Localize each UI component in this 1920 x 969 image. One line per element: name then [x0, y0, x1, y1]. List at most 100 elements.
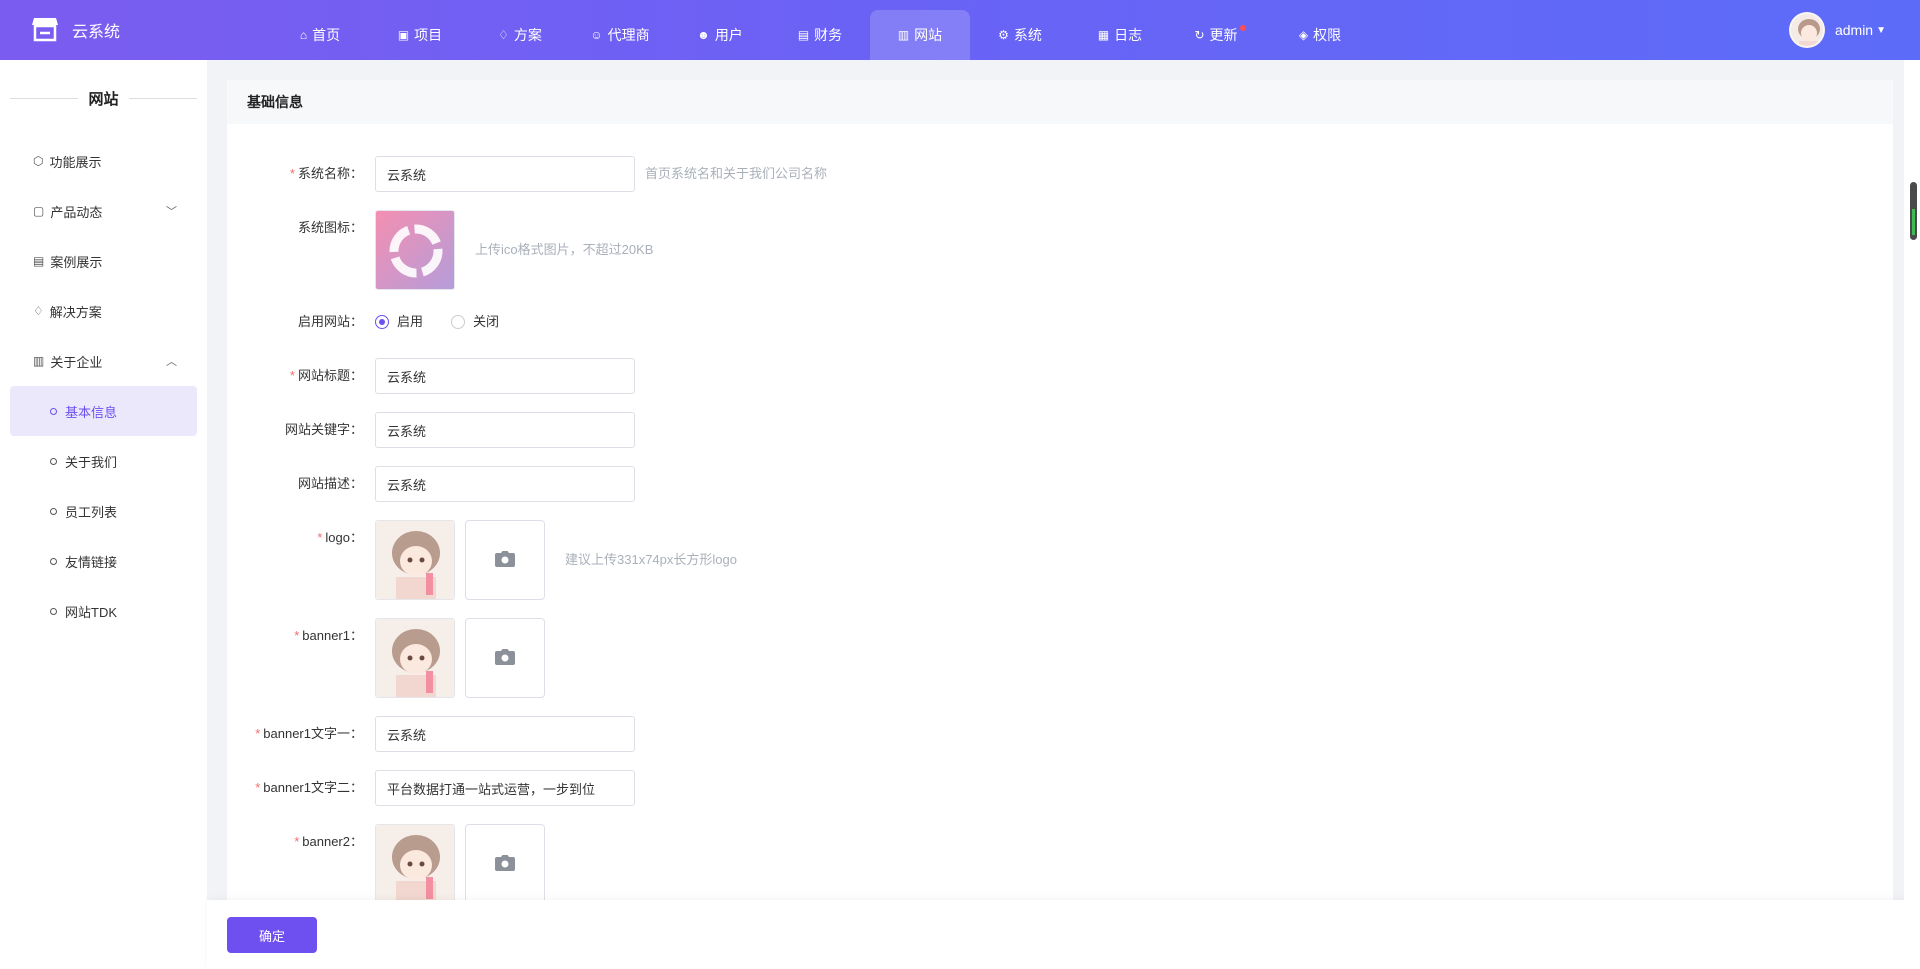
- sidebar-item[interactable]: ▤ 案例展示: [0, 236, 207, 286]
- sidebar-subitem[interactable]: 员工列表: [10, 486, 197, 536]
- nav-item[interactable]: ◈ 权限: [1270, 10, 1370, 60]
- site-keywords-input[interactable]: [375, 412, 635, 448]
- nav-item[interactable]: ▤ 财务: [770, 10, 870, 60]
- row-site-description: 网站描述：: [227, 466, 635, 502]
- nav-item[interactable]: ↻ 更新: [1170, 10, 1270, 60]
- nav-item-label: 项目: [414, 27, 443, 43]
- nav-item[interactable]: ⌂ 首页: [270, 10, 370, 60]
- logo-label: logo：: [325, 530, 363, 545]
- nav-item[interactable]: ▦ 日志: [1070, 10, 1170, 60]
- shield-icon: ◈: [1298, 28, 1309, 42]
- banner1-image[interactable]: [375, 618, 455, 698]
- top-navbar: 云系统 ⌂ 首页 ▣ 项目 ♢ 方案 ☺ 代理商 ☻ 用户 ▤ 财务 ▥ 网站 ⚙ 系统 ▦ 日志 ↻ 更新 ◈ 权限 a…: [0, 0, 1920, 60]
- nav-item-label: 网站: [914, 27, 943, 43]
- sidebar-item-label: 关于企业: [50, 354, 103, 370]
- building-icon: ▥: [33, 354, 45, 368]
- radio-disable-label: 关闭: [473, 314, 500, 329]
- banner1-upload-button[interactable]: [465, 618, 545, 698]
- sidebar-subitem[interactable]: 关于我们: [10, 436, 197, 486]
- sidebar: 网站 ⬡ 功能展示 ▢ 产品动态 ﹀ ▤ 案例展示 ♢ 解决方案 ▥ 关于企业 ︿ 基本信息 关于我们 员工…: [0, 60, 207, 969]
- radio-enable[interactable]: 启用: [375, 304, 423, 340]
- banner1-text2-input[interactable]: [375, 770, 635, 806]
- username: admin: [1834, 22, 1874, 38]
- required-mark: *: [289, 166, 295, 181]
- radio-enable-label: 启用: [397, 314, 424, 329]
- website-icon: ▥: [897, 28, 910, 42]
- system-name-hint: 首页系统名和关于我们公司名称: [645, 166, 828, 181]
- briefcase-icon: ▣: [397, 28, 410, 42]
- row-site-keywords: 网站关键字：: [227, 412, 635, 448]
- nav-item-label: 系统: [1013, 27, 1042, 43]
- system-name-label: 系统名称：: [297, 166, 363, 181]
- nav-item-label: 用户: [714, 27, 743, 43]
- required-mark: *: [289, 368, 295, 383]
- main-card: 基础信息 *系统名称： 首页系统名和关于我们公司名称 系统图标： 上传ico格式…: [227, 80, 1893, 900]
- required-mark: *: [255, 726, 261, 741]
- radio-checked-icon: [375, 315, 389, 329]
- radio-disable[interactable]: 关闭: [451, 304, 499, 340]
- cube-icon: ⬡: [33, 154, 44, 168]
- nav-item[interactable]: ☺ 代理商: [570, 10, 670, 60]
- row-logo: * logo： 建议上传331x74px长方形logo: [227, 520, 737, 600]
- banner2-upload-button[interactable]: [465, 824, 545, 900]
- system-icon-image[interactable]: [375, 210, 455, 290]
- banner2-label: banner2：: [302, 834, 363, 849]
- diamond-icon: ♢: [33, 304, 44, 318]
- row-system-icon: 系统图标： 上传ico格式图片，不超过20KB: [227, 210, 653, 290]
- row-enable-site: 启用网站： 启用 关闭: [227, 304, 527, 340]
- logo-hint: 建议上传331x74px长方形logo: [565, 552, 737, 567]
- circle-icon: [50, 407, 57, 415]
- nav-item-label: 财务: [814, 27, 843, 43]
- sidebar-item-label: 功能展示: [49, 154, 102, 170]
- sidebar-subitem-label: 基本信息: [65, 404, 118, 420]
- row-site-title: * 网站标题：: [227, 358, 635, 394]
- site-description-input[interactable]: [375, 466, 635, 502]
- required-mark: *: [294, 834, 300, 849]
- banner2-image[interactable]: [375, 824, 455, 900]
- sidebar-subitem-label: 友情链接: [65, 554, 118, 570]
- app-name: 云系统: [72, 24, 121, 41]
- nav-item[interactable]: ♢ 方案: [470, 10, 570, 60]
- site-keywords-label: 网站关键字：: [284, 422, 363, 437]
- required-mark: *: [255, 780, 261, 795]
- sidebar-title: 网站: [0, 60, 207, 136]
- site-title-input[interactable]: [375, 358, 635, 394]
- chevron-down-icon: ▼: [1876, 24, 1886, 36]
- sidebar-item-label: 解决方案: [49, 304, 102, 320]
- circle-icon: [50, 457, 57, 465]
- cases-icon: ▤: [33, 254, 45, 268]
- sidebar-item-label: 案例展示: [50, 254, 103, 270]
- banner1-label: banner1：: [302, 628, 363, 643]
- nav-item[interactable]: ⚙ 系统: [970, 10, 1070, 60]
- sidebar-subitem[interactable]: 基本信息: [10, 386, 197, 436]
- brand[interactable]: 云系统: [30, 14, 120, 46]
- sidebar-subitem[interactable]: 友情链接: [10, 536, 197, 586]
- required-mark: *: [317, 530, 323, 545]
- logo-image[interactable]: [375, 520, 455, 600]
- refresh-icon: ↻: [1194, 28, 1205, 42]
- required-mark: *: [294, 628, 300, 643]
- home-icon: ⌂: [299, 28, 308, 42]
- sidebar-item[interactable]: ▥ 关于企业 ︿: [0, 336, 207, 386]
- sidebar-item[interactable]: ▢ 产品动态 ﹀: [0, 186, 207, 236]
- sidebar-item[interactable]: ♢ 解决方案: [0, 286, 207, 336]
- form-footer: 确定: [207, 900, 1920, 969]
- system-icon: ⚙: [998, 28, 1009, 42]
- nav-item[interactable]: ▣ 项目: [370, 10, 470, 60]
- circle-icon: [50, 557, 57, 565]
- banner1-text1-input[interactable]: [375, 716, 635, 752]
- avatar[interactable]: [1788, 12, 1825, 48]
- system-icon-label: 系统图标：: [297, 220, 363, 235]
- nav-item[interactable]: ▥ 网站: [870, 10, 970, 60]
- sidebar-subitem[interactable]: 网站TDK: [10, 586, 197, 636]
- logo-upload-button[interactable]: [465, 520, 545, 600]
- user-menu[interactable]: admin ▼: [1788, 12, 1886, 48]
- finance-icon: ▤: [797, 28, 810, 42]
- sidebar-item[interactable]: ⬡ 功能展示: [0, 136, 207, 186]
- nav-item[interactable]: ☻ 用户: [670, 10, 770, 60]
- confirm-button[interactable]: 确定: [227, 917, 317, 953]
- nav-item-label: 首页: [312, 27, 341, 43]
- circle-icon: [50, 607, 57, 615]
- system-name-input[interactable]: [375, 156, 635, 192]
- main-nav: ⌂ 首页 ▣ 项目 ♢ 方案 ☺ 代理商 ☻ 用户 ▤ 财务 ▥ 网站 ⚙ 系统 ▦ 日志 ↻ 更新 ◈ 权限: [270, 10, 1370, 60]
